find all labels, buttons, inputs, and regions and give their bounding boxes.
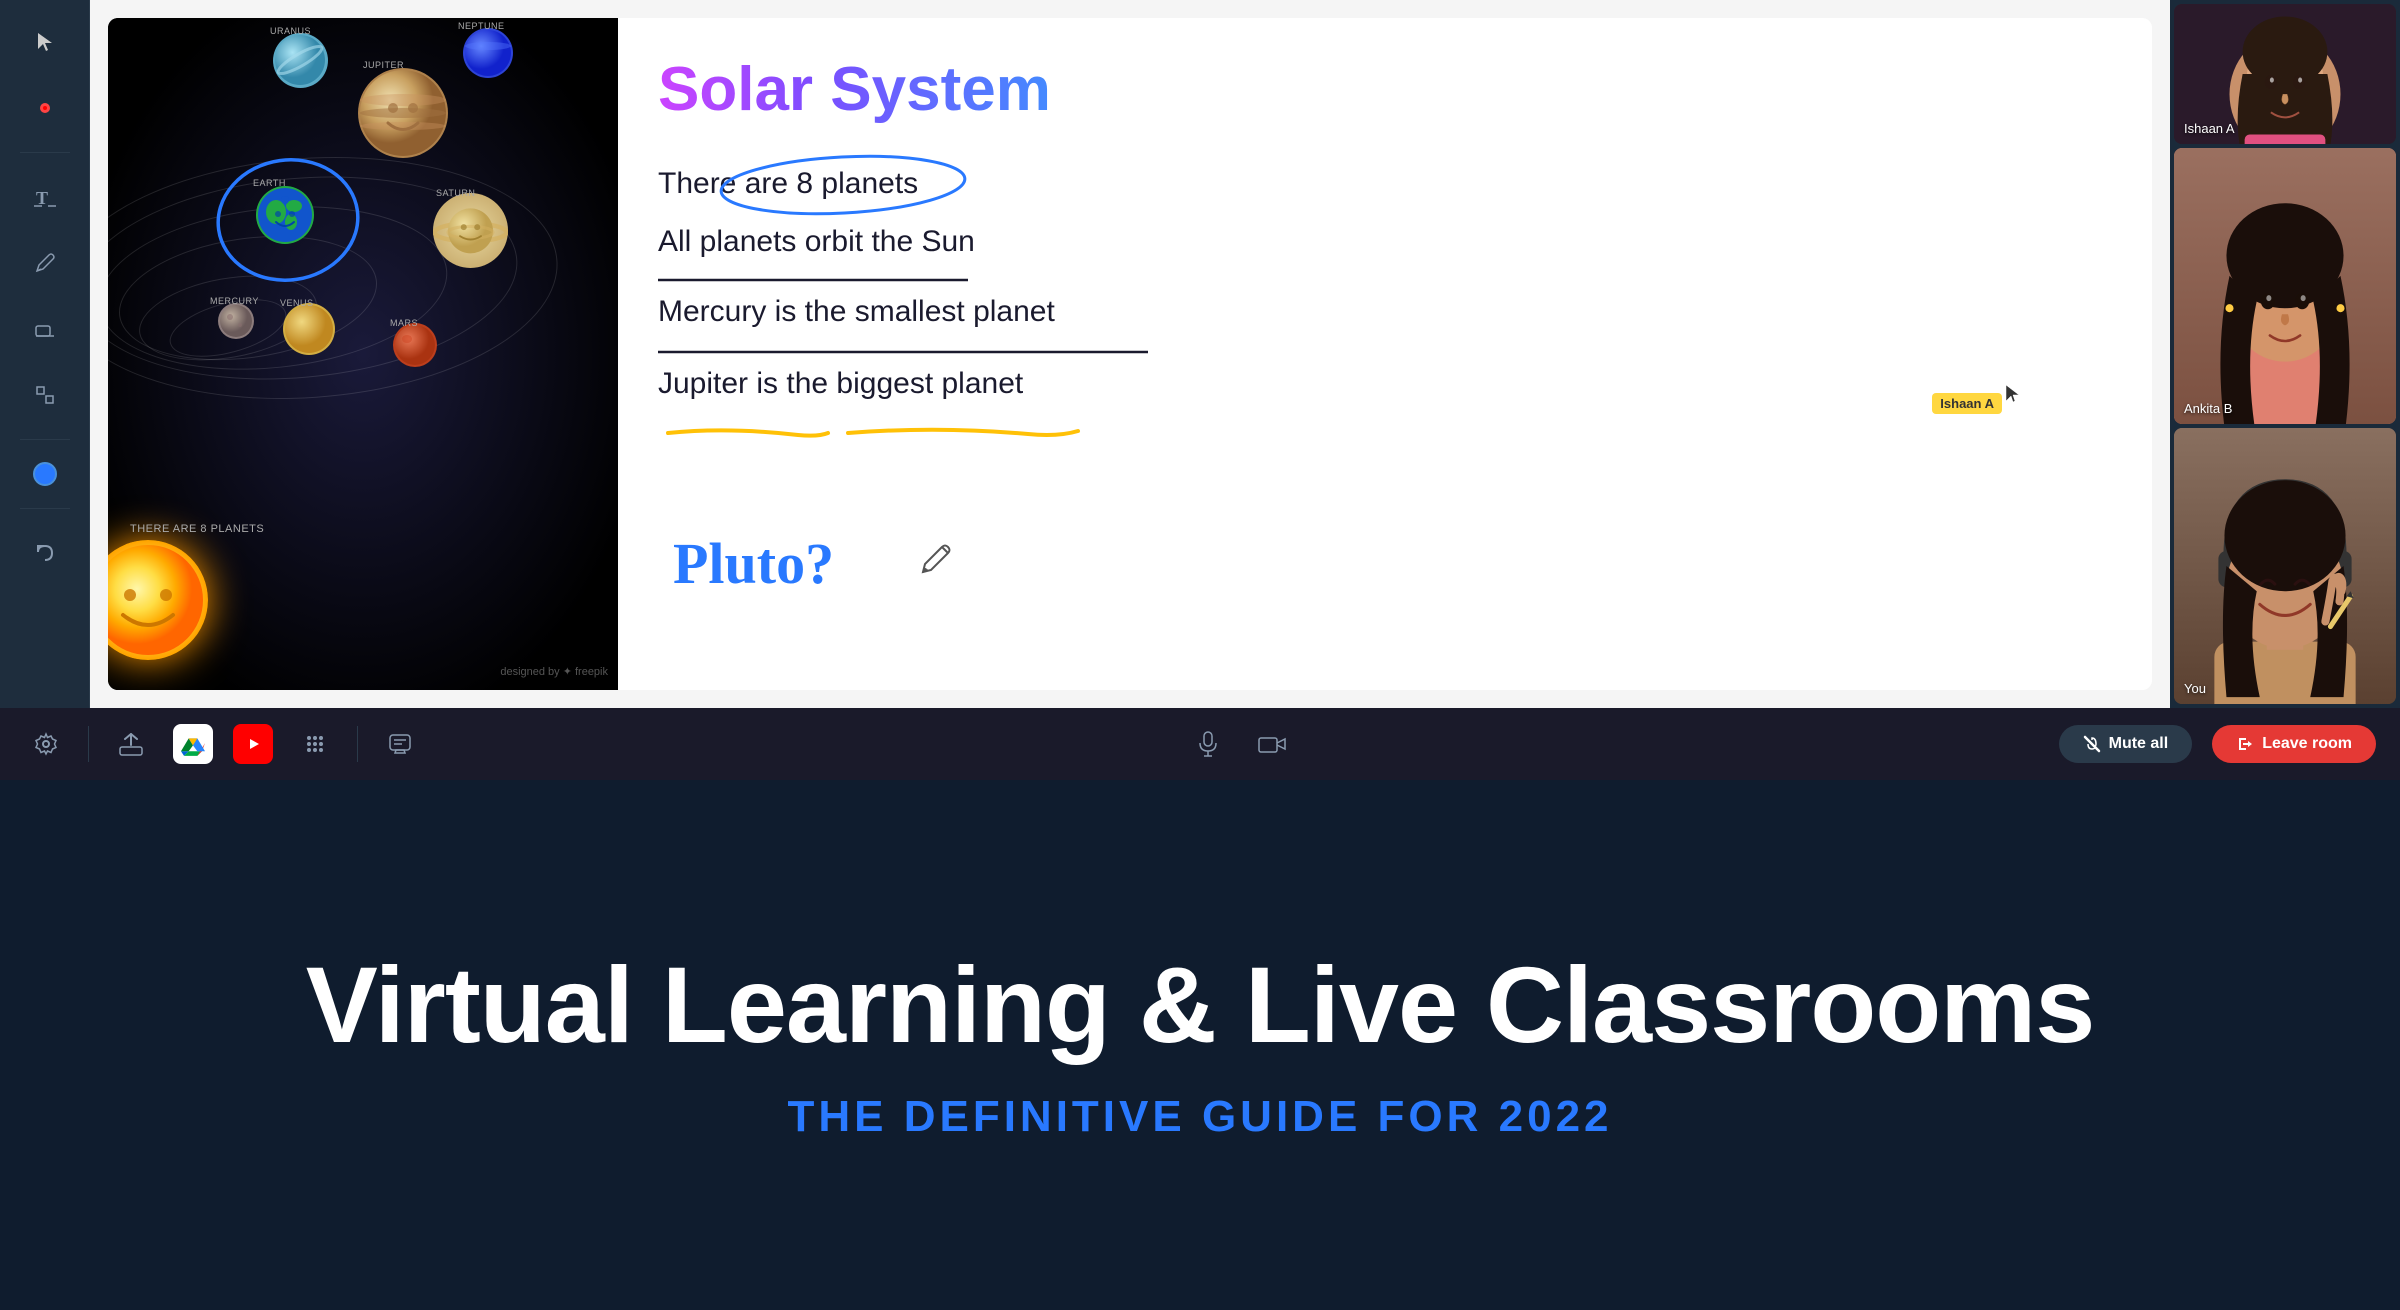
microphone-button[interactable]	[1186, 722, 1230, 766]
mercury-planet	[218, 303, 254, 339]
right-sidebar: Ishaan A	[2170, 0, 2400, 708]
mars-planet	[393, 323, 437, 367]
toolbar-divider-b2	[357, 726, 358, 762]
toolbar-divider-b1	[88, 726, 89, 762]
whiteboard: There are 8 planets MERCURY	[108, 18, 2152, 690]
apps-button[interactable]	[293, 722, 337, 766]
fact-1: There are 8 planets	[658, 163, 2112, 205]
shapes-tool[interactable]	[23, 373, 67, 417]
chat-button[interactable]	[378, 722, 422, 766]
earth-label: EARTH	[253, 178, 286, 188]
fact-1-text: There are 8 planets	[658, 167, 918, 200]
left-toolbar: T	[0, 0, 90, 708]
participant-you: You	[2174, 428, 2396, 704]
saturn-label: SATURN	[436, 188, 475, 198]
app-content: T	[0, 0, 2400, 708]
main-wrapper: T	[0, 0, 2400, 1310]
bottom-section: Virtual Learning & Live Classrooms THE D…	[226, 780, 2175, 1310]
subtitle: THE DEFINITIVE GUIDE FOR 2022	[787, 1092, 1612, 1142]
toolbar-divider-2	[20, 439, 70, 440]
fact-3: Mercury is the smallest planet	[658, 291, 2112, 333]
underline-2	[658, 345, 1198, 359]
pencil-annotation	[918, 539, 956, 577]
ishaan-label: Ishaan A	[1932, 393, 2002, 414]
main-title: Virtual Learning & Live Classrooms	[306, 948, 2095, 1061]
pluto-svg: Pluto?	[668, 513, 918, 603]
facts-container: There are 8 planets All planets orbit th…	[658, 163, 2112, 443]
leave-room-button[interactable]: Leave room	[2212, 725, 2376, 763]
fact-2-text: All planets orbit the Sun	[658, 225, 975, 258]
solar-system-panel: There are 8 planets MERCURY	[108, 18, 618, 690]
laser-tool[interactable]	[23, 86, 67, 130]
you-portrait	[2174, 428, 2396, 704]
undo-button[interactable]	[23, 531, 67, 575]
participant-ishaan: Ishaan A	[2174, 4, 2396, 144]
fact-2: All planets orbit the Sun	[658, 221, 2112, 263]
yellow-underlines	[658, 421, 1258, 443]
ishaan-name: Ishaan A	[2184, 121, 2235, 136]
content-area: There are 8 planets MERCURY	[90, 0, 2170, 708]
pen-tool[interactable]	[23, 241, 67, 285]
solar-background: There are 8 planets MERCURY	[108, 18, 618, 690]
svg-text:Solar System: Solar System	[658, 55, 1051, 123]
settings-button[interactable]	[24, 722, 68, 766]
mute-all-button[interactable]: Mute all	[2059, 725, 2193, 763]
underline-1	[658, 273, 1088, 287]
you-name: You	[2184, 681, 2206, 696]
sun-planet	[108, 540, 208, 660]
mars-label: MARS	[390, 318, 418, 328]
ankita-portrait	[2174, 148, 2396, 424]
text-tool[interactable]: T	[23, 175, 67, 219]
cursor-tool[interactable]	[23, 20, 67, 64]
ankita-name: Ankita B	[2184, 401, 2232, 416]
google-drive-button[interactable]	[173, 724, 213, 764]
youtube-button[interactable]	[233, 724, 273, 764]
uranus-planet	[273, 33, 328, 88]
color-picker[interactable]	[33, 462, 57, 486]
uranus-label: URANUS	[270, 26, 311, 36]
text-panel: Solar System There are 8 planets	[618, 18, 2152, 690]
toolbar-divider-1	[20, 152, 70, 153]
eraser-tool[interactable]	[23, 307, 67, 351]
mercury-label: MERCURY	[210, 296, 259, 306]
classroom-app: T	[0, 0, 2400, 780]
sun-label: There are 8 planets	[130, 523, 264, 535]
svg-text:T: T	[36, 188, 48, 208]
camera-button[interactable]	[1250, 722, 1294, 766]
fact-4-text: Jupiter is the biggest planet	[658, 367, 1023, 400]
neptune-label: NEPTUNE	[458, 21, 505, 31]
slide-title: Solar System	[658, 48, 2112, 135]
toolbar-divider-3	[20, 508, 70, 509]
earth-planet	[256, 186, 314, 244]
saturn-planet	[433, 193, 508, 268]
bottom-toolbar: Mute all Leave room	[0, 708, 2400, 780]
fact-4: Jupiter is the biggest planet	[658, 363, 2112, 405]
neptune-planet	[463, 28, 513, 78]
pluto-handwriting: Pluto?	[668, 513, 956, 603]
venus-planet	[283, 303, 335, 355]
jupiter-planet	[358, 68, 448, 158]
participant-ankita: Ankita B	[2174, 148, 2396, 424]
freepik-credit: designed by ✦ freepik	[500, 665, 608, 678]
venus-label: VENUS	[280, 298, 314, 308]
fact-3-text: Mercury is the smallest planet	[658, 295, 1055, 328]
svg-text:Pluto?: Pluto?	[673, 531, 834, 596]
upload-button[interactable]	[109, 722, 153, 766]
jupiter-label: JUPITER	[363, 60, 404, 70]
